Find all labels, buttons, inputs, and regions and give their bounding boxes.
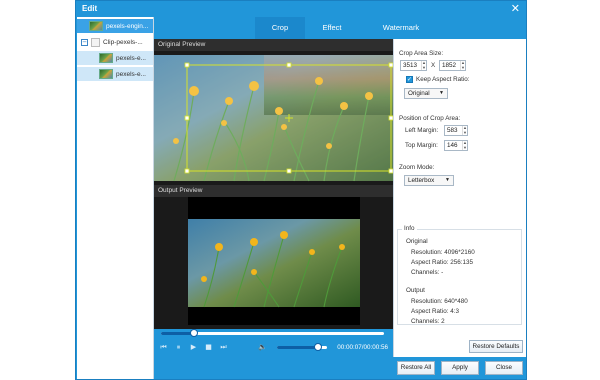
original-heading: Original	[406, 238, 428, 245]
seek-progress	[161, 332, 195, 335]
top-margin-value: 146	[447, 142, 458, 149]
apply-button[interactable]: Apply	[441, 361, 479, 375]
tree-item-subvideo[interactable]: pexels-e...	[77, 67, 153, 81]
tree-item-label: pexels-engin...	[106, 22, 149, 30]
original-resolution: Resolution: 4096*2160	[411, 249, 475, 256]
bottom-bar: Restore All Apply Close	[154, 357, 526, 379]
edit-window: Edit ✕ pexels-engin... − Clip-pexels-...…	[75, 0, 527, 380]
tree-item-label: pexels-e...	[116, 54, 146, 62]
zoom-mode-value: Letterbox	[408, 177, 435, 184]
seek-bar[interactable]	[161, 329, 384, 337]
output-preview	[154, 197, 393, 329]
play-icon[interactable]: ▶	[189, 343, 198, 352]
tab-bar: Crop Effect Watermark	[154, 17, 526, 39]
video-thumbnail	[89, 21, 103, 31]
tree-item-clip[interactable]: − Clip-pexels-...	[77, 35, 153, 49]
skip-back-icon[interactable]: ⏮	[159, 343, 168, 352]
crop-width-value: 3513	[403, 62, 418, 69]
output-preview-label: Output Preview	[154, 185, 393, 197]
original-channels: Channels: -	[411, 269, 444, 276]
stepper-arrows-icon[interactable]: ▲ ▼	[421, 60, 426, 70]
close-button[interactable]: Close	[485, 361, 523, 375]
aspect-ratio-dropdown[interactable]: Original ▼	[404, 88, 448, 99]
tree-item-subvideo[interactable]: pexels-e...	[77, 51, 153, 65]
crop-width-stepper[interactable]: 3513 ▲ ▼	[400, 60, 427, 71]
collapse-icon[interactable]: −	[81, 38, 88, 46]
volume-slider[interactable]	[277, 343, 327, 351]
tab-effect[interactable]: Effect	[307, 17, 357, 39]
top-margin-stepper[interactable]: 146 ▲ ▼	[444, 140, 468, 151]
output-heading: Output	[406, 287, 425, 294]
video-thumbnail	[99, 69, 113, 79]
top-margin-label: Top Margin:	[405, 142, 438, 149]
pause-icon[interactable]: ⏸	[174, 343, 183, 352]
chevron-down-icon: ▼	[445, 177, 450, 183]
stepper-arrows-icon[interactable]: ▲ ▼	[460, 60, 465, 70]
clip-icon	[91, 37, 100, 47]
zoom-mode-label: Zoom Mode:	[399, 164, 435, 171]
skip-forward-icon[interactable]: ⏭	[219, 343, 228, 352]
crop-area-size-label: Crop Area Size:	[399, 50, 444, 57]
output-aspect-ratio: Aspect Ratio: 4:3	[411, 308, 459, 315]
chevron-down-icon: ▼	[439, 90, 444, 96]
tab-watermark[interactable]: Watermark	[366, 17, 436, 39]
keep-aspect-checkbox[interactable]: ✓	[406, 76, 413, 83]
output-resolution: Resolution: 640*480	[411, 298, 468, 305]
volume-icon[interactable]: 🔈	[258, 343, 267, 352]
keep-aspect-label: Keep Aspect Ratio:	[416, 76, 470, 83]
tab-crop[interactable]: Crop	[255, 17, 305, 39]
output-channels: Channels: 2	[411, 318, 445, 325]
restore-defaults-button[interactable]: Restore Defaults	[469, 340, 523, 353]
video-thumbnail	[99, 53, 113, 63]
file-tree: pexels-engin... − Clip-pexels-... pexels…	[77, 17, 154, 379]
output-preview-image	[154, 197, 393, 329]
stop-icon[interactable]: ■	[204, 343, 213, 352]
playback-controls: ⏮ ⏸ ▶ ■ ⏭ 🔈 00:00:07/00:00:56	[154, 329, 393, 357]
editor-content: Original Preview Output Preview ⏮ ⏸ ▶ ■ …	[154, 39, 526, 357]
left-margin-stepper[interactable]: 583 ▲ ▼	[444, 125, 468, 136]
original-preview	[154, 51, 393, 185]
volume-handle[interactable]	[314, 343, 322, 351]
original-preview-label: Original Preview	[154, 39, 393, 51]
crop-height-stepper[interactable]: 1852 ▲ ▼	[439, 60, 466, 71]
left-margin-label: Left Margin:	[405, 127, 439, 134]
dimension-separator: X	[431, 62, 436, 69]
close-icon[interactable]: ✕	[511, 2, 520, 15]
stepper-arrows-icon[interactable]: ▲ ▼	[462, 140, 467, 150]
volume-level	[277, 346, 318, 349]
window-title: Edit	[82, 4, 98, 13]
tree-item-label: Clip-pexels-...	[103, 38, 143, 46]
timecode: 00:00:07/00:00:56	[337, 344, 388, 351]
crop-position-label: Position of Crop Area:	[399, 115, 461, 122]
tree-item-label: pexels-e...	[116, 70, 146, 78]
restore-all-button[interactable]: Restore All	[397, 361, 435, 375]
zoom-mode-dropdown[interactable]: Letterbox ▼	[404, 175, 454, 186]
aspect-ratio-value: Original	[408, 90, 430, 97]
stepper-arrows-icon[interactable]: ▲ ▼	[462, 125, 467, 135]
info-title: Info	[402, 225, 417, 232]
crop-settings-panel: Crop Area Size: 3513 ▲ ▼ X 1852 ▲ ▼ ✓ Keep A…	[393, 39, 526, 357]
title-bar: Edit ✕	[76, 1, 526, 17]
left-margin-value: 583	[447, 127, 458, 134]
original-aspect-ratio: Aspect Ratio: 256:135	[411, 259, 473, 266]
tree-item-video[interactable]: pexels-engin...	[77, 19, 153, 33]
seek-handle[interactable]	[190, 329, 199, 337]
original-preview-image	[154, 55, 393, 182]
crop-height-value: 1852	[442, 62, 457, 69]
